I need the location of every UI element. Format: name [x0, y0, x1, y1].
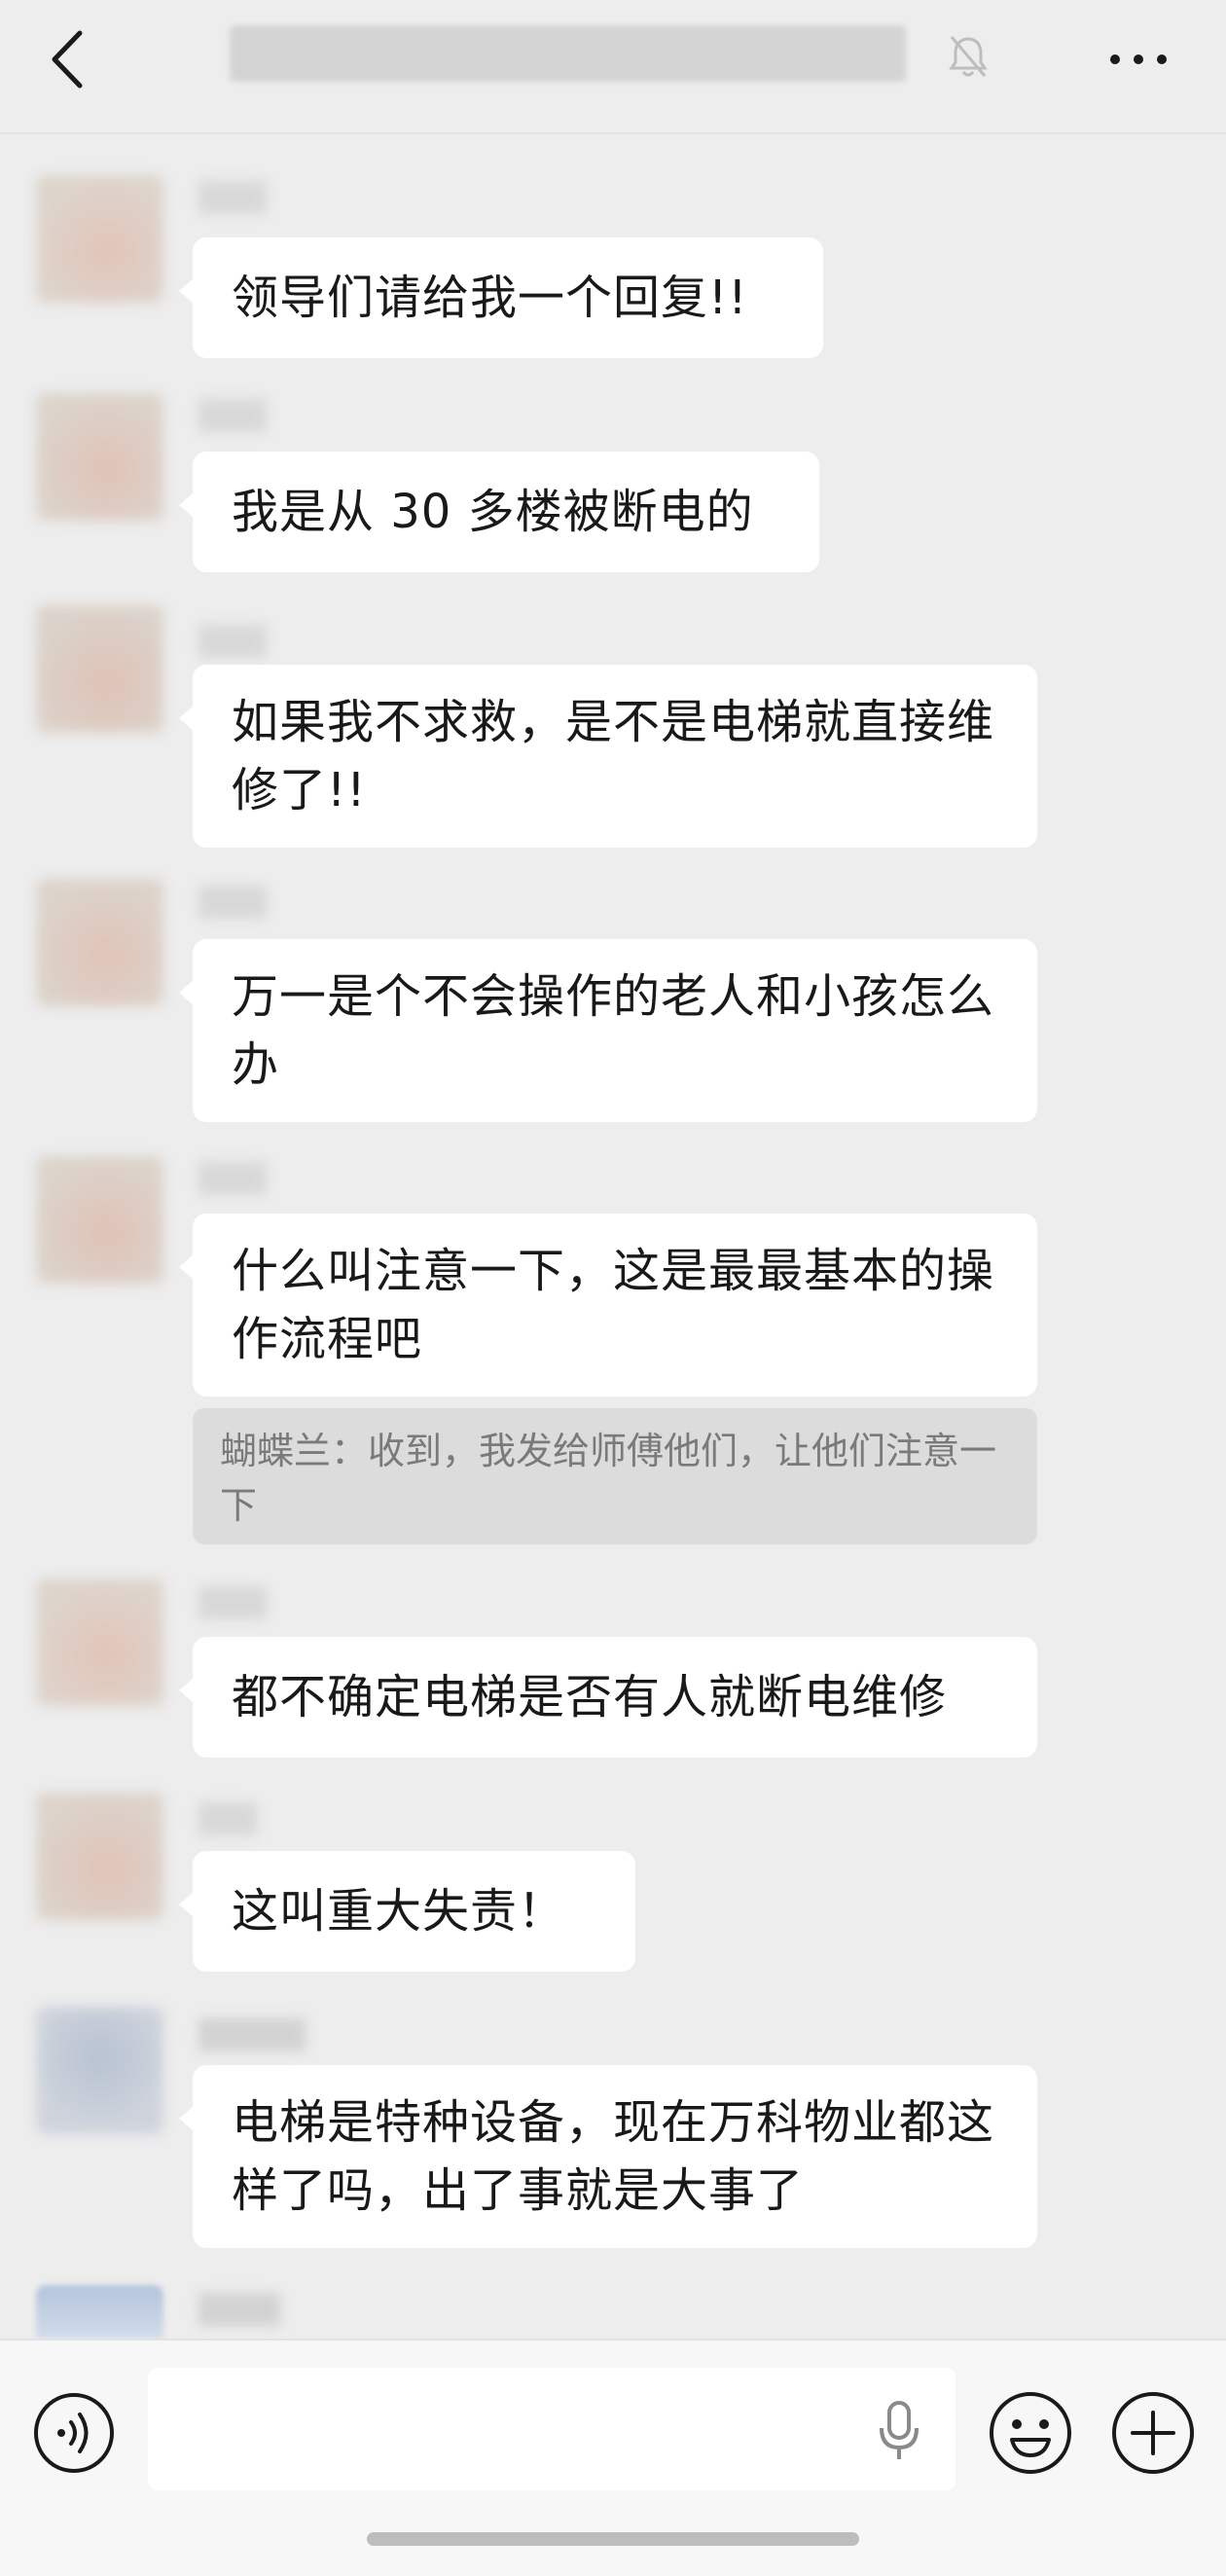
- quoted-reply[interactable]: 蝴蝶兰：收到，我发给师傅他们，让他们注意一下: [193, 1408, 1037, 1544]
- sender-name: [198, 625, 267, 658]
- title-redaction: [230, 25, 906, 82]
- avatar[interactable]: [36, 393, 163, 521]
- avatar[interactable]: [36, 1578, 163, 1706]
- sender-name: [198, 2018, 306, 2051]
- avatar[interactable]: [36, 1793, 163, 1920]
- message-bubble[interactable]: 如果我不求救，是不是电梯就直接维修了!!: [179, 665, 1037, 848]
- back-button[interactable]: [39, 25, 97, 93]
- voice-input-button[interactable]: [32, 2391, 116, 2475]
- sender-name: [198, 886, 267, 919]
- message-bubble[interactable]: 领导们请给我一个回复!!: [179, 237, 823, 358]
- sender-name: [198, 1162, 267, 1195]
- chat-title-area[interactable]: [230, 25, 911, 86]
- avatar[interactable]: [36, 605, 163, 733]
- avatar[interactable]: [36, 2007, 163, 2134]
- home-indicator[interactable]: [367, 2532, 859, 2546]
- sender-name: [198, 1802, 257, 1835]
- more-functions-button[interactable]: [1109, 2389, 1197, 2477]
- microphone-icon: [880, 2401, 919, 2459]
- more-button[interactable]: [1107, 43, 1170, 76]
- back-icon: [52, 30, 83, 89]
- chat-header: [0, 0, 1226, 134]
- voice-input-icon: [34, 2393, 114, 2473]
- avatar[interactable]: [36, 175, 163, 303]
- sender-name: [198, 1586, 267, 1619]
- sender-name: [198, 399, 267, 432]
- message-bubble[interactable]: 万一是个不会操作的老人和小孩怎么办: [179, 939, 1037, 1122]
- avatar[interactable]: [36, 2285, 163, 2339]
- sender-name: [198, 2293, 280, 2326]
- message-bubble[interactable]: 什么叫注意一下，这是最最基本的操作流程吧: [179, 1214, 1037, 1397]
- message-input[interactable]: [148, 2368, 956, 2490]
- message-bubble[interactable]: 电梯是特种设备，现在万科物业都这样了吗，出了事就是大事了: [179, 2065, 1037, 2248]
- avatar[interactable]: [36, 879, 163, 1006]
- message-bubble[interactable]: 都不确定电梯是否有人就断电维修: [179, 1637, 1037, 1758]
- emoji-button[interactable]: [987, 2389, 1074, 2477]
- bell-muted-icon: [946, 33, 991, 80]
- avatar[interactable]: [36, 1156, 163, 1284]
- more-icon: [1110, 54, 1167, 64]
- message-bubble[interactable]: 我是从 30 多楼被断电的: [179, 452, 819, 572]
- microphone-button[interactable]: [874, 2399, 924, 2463]
- plus-icon: [1112, 2392, 1194, 2474]
- emoji-icon: [990, 2392, 1071, 2474]
- sender-name: [198, 181, 267, 214]
- message-bubble[interactable]: 这叫重大失责！: [179, 1851, 635, 1972]
